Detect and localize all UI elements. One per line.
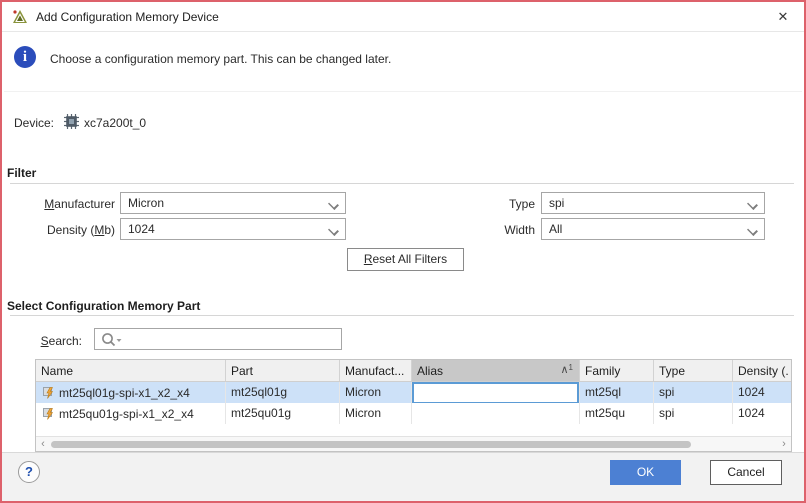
density-label: Density (Mb): [2, 223, 115, 237]
part-name-cell: mt25ql01g-spi-x1_x2_x4: [36, 382, 226, 403]
sort-ascending-icon: ∧1: [560, 363, 573, 376]
density-cell: 1024: [733, 403, 791, 424]
table-header-row: Name Part Manufact... Alias ∧1 Family Ty…: [36, 360, 791, 382]
type-value: spi: [549, 196, 564, 210]
family-cell: mt25ql: [580, 382, 654, 403]
density-value: 1024: [128, 222, 155, 236]
add-config-memory-dialog: { "colors": { "window_border": "#dd616b"…: [0, 0, 806, 503]
chip-icon: [64, 114, 79, 129]
width-select[interactable]: All: [541, 218, 765, 240]
search-icon[interactable]: [101, 332, 123, 348]
vivado-logo-icon: [12, 9, 28, 25]
search-label: Search:: [2, 334, 82, 348]
width-value: All: [549, 222, 562, 236]
column-header-type[interactable]: Type: [654, 360, 733, 381]
type-select[interactable]: spi: [541, 192, 765, 214]
alias-cell: [412, 382, 580, 403]
manufacturer-value: Micron: [128, 196, 164, 210]
banner-separator: [4, 91, 802, 92]
alias-cell: [412, 403, 580, 424]
column-header-density[interactable]: Density (.: [733, 360, 791, 381]
ok-button[interactable]: OK: [610, 460, 681, 485]
chevron-down-icon: [329, 226, 337, 234]
alias-edit-field[interactable]: [412, 382, 579, 403]
column-header-part[interactable]: Part: [226, 360, 340, 381]
title-bar: Add Configuration Memory Device ✕: [2, 2, 804, 32]
width-label: Width: [435, 223, 535, 237]
cancel-button[interactable]: Cancel: [710, 460, 782, 485]
flash-memory-icon: [43, 408, 55, 420]
chevron-down-icon: [329, 200, 337, 208]
column-header-alias[interactable]: Alias ∧1: [412, 360, 580, 381]
chevron-down-icon: [748, 226, 756, 234]
chevron-down-icon: [748, 200, 756, 208]
manufacturer-label: Manufacturer: [2, 197, 115, 211]
manufacturer-cell: Micron: [340, 403, 412, 424]
banner-message: Choose a configuration memory part. This…: [50, 52, 391, 66]
filter-section-rule: [10, 183, 794, 184]
reset-all-filters-button[interactable]: Reset All Filters: [347, 248, 464, 271]
filter-section-title: Filter: [7, 166, 36, 180]
part-cell: mt25ql01g: [226, 382, 340, 403]
column-header-family[interactable]: Family: [580, 360, 654, 381]
scroll-right-icon[interactable]: ›: [778, 437, 790, 451]
type-cell: spi: [654, 403, 733, 424]
select-part-section-rule: [10, 315, 794, 316]
density-select[interactable]: 1024: [120, 218, 346, 240]
column-header-name[interactable]: Name: [36, 360, 226, 381]
part-name-cell: mt25qu01g-spi-x1_x2_x4: [36, 403, 226, 424]
manufacturer-cell: Micron: [340, 382, 412, 403]
column-header-manufacturer[interactable]: Manufact...: [340, 360, 412, 381]
scroll-left-icon[interactable]: ‹: [37, 437, 49, 451]
table-row[interactable]: mt25qu01g-spi-x1_x2_x4 mt25qu01g Micron …: [36, 403, 791, 424]
footer-bar: ? OK Cancel: [2, 452, 804, 501]
device-name: xc7a200t_0: [84, 116, 146, 130]
type-label: Type: [435, 197, 535, 211]
search-input[interactable]: [125, 330, 339, 348]
manufacturer-select[interactable]: Micron: [120, 192, 346, 214]
memory-parts-table: Name Part Manufact... Alias ∧1 Family Ty…: [35, 359, 792, 452]
horizontal-scrollbar[interactable]: ‹ ›: [36, 436, 791, 451]
part-cell: mt25qu01g: [226, 403, 340, 424]
close-icon[interactable]: ✕: [774, 8, 792, 26]
scrollbar-thumb[interactable]: [51, 441, 691, 448]
table-row[interactable]: mt25ql01g-spi-x1_x2_x4 mt25ql01g Micron …: [36, 382, 791, 403]
density-cell: 1024: [733, 382, 791, 403]
select-part-section-title: Select Configuration Memory Part: [7, 299, 200, 313]
search-box: [94, 328, 342, 350]
type-cell: spi: [654, 382, 733, 403]
info-icon: i: [14, 46, 36, 68]
window-title: Add Configuration Memory Device: [36, 10, 219, 24]
family-cell: mt25qu: [580, 403, 654, 424]
flash-memory-icon: [43, 387, 55, 399]
help-button[interactable]: ?: [18, 461, 40, 483]
device-label: Device:: [14, 116, 54, 130]
